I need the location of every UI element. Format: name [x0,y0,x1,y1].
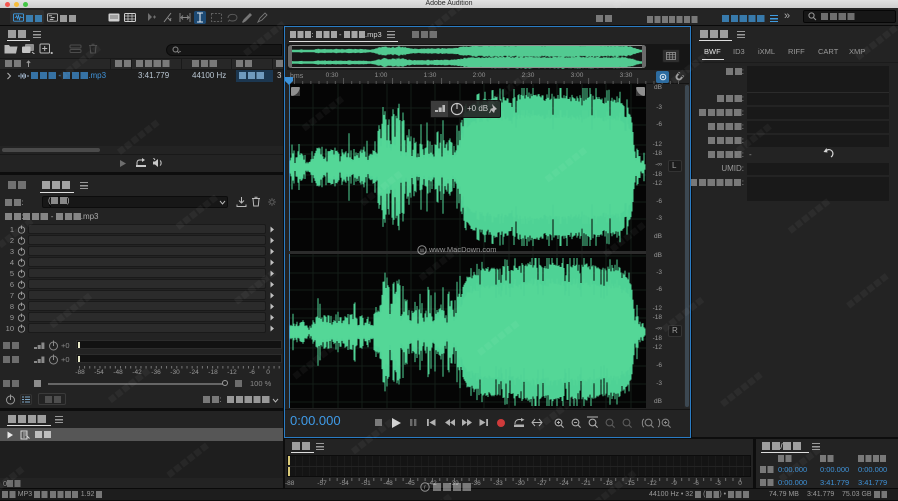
svg-text:r: r [424,485,426,491]
